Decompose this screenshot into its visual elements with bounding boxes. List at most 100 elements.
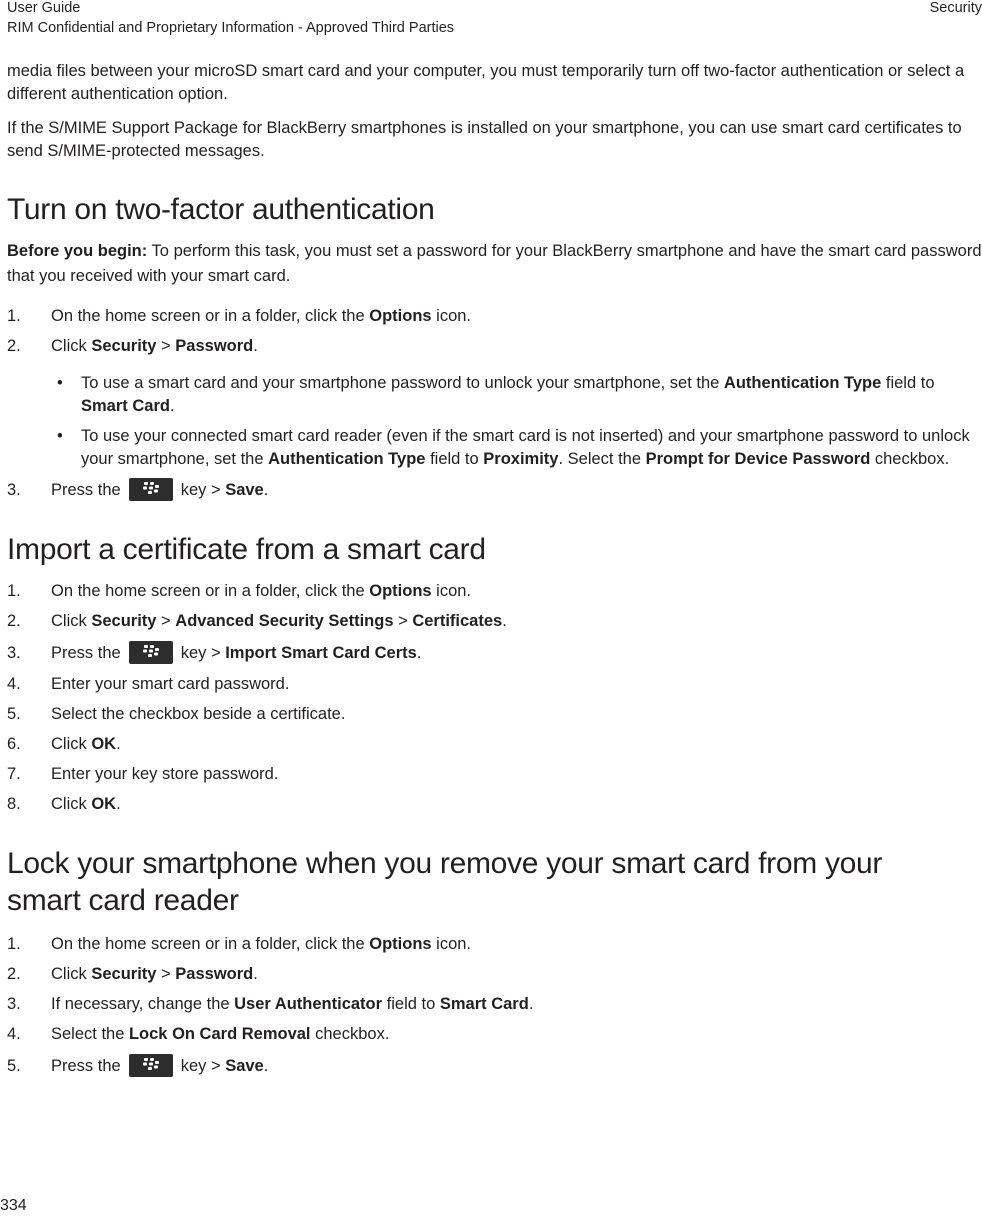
section-title-import-certificate: Import a certificate from a smart card [7,533,486,566]
section-title-two-factor: Turn on two-factor authentication [7,193,435,226]
step-text: On the home screen or in a folder, click… [51,935,370,953]
step-text: . [116,795,121,813]
step-text: Enter your key store password. [51,765,279,783]
bullet-text: checkbox. [870,450,950,468]
menu-path-item: Certificates [412,612,503,630]
field-value: Smart Card [439,995,529,1013]
step: 8. Click OK. [7,793,982,816]
step: 2. Click Security > Advanced Security Set… [7,610,982,633]
step-text: Click [51,735,92,753]
step-text: > [156,337,176,355]
blackberry-menu-key-icon [128,1053,173,1077]
step-number: 1. [7,935,21,953]
bullet-text: . [169,397,175,415]
step: 5. Press the key > Save. [7,1053,982,1078]
page-number: 334 [0,1197,27,1214]
step-text: Select the checkbox beside a certificate… [51,705,346,723]
step-text: . [116,735,121,753]
step-number: 2. [7,612,21,630]
bullet-text: . Select the [558,450,646,468]
step-text: On the home screen or in a folder, click… [51,307,370,325]
step-number: 3. [7,481,21,499]
options-label: Options [369,935,432,953]
section-name: Security [929,0,982,16]
page-header: User Guide RIM Confidential and Propriet… [7,0,982,38]
step-text: . [416,644,422,662]
bullet-text: field to [881,374,935,392]
step-number: 5. [7,1057,21,1075]
step-number: 2. [7,965,21,983]
blackberry-menu-key-icon [128,640,173,664]
step-number: 1. [7,307,21,325]
intro-paragraph-1: media files between your microSD smart c… [7,62,965,103]
bullet-item: • To use a smart card and your smartphone… [7,372,982,418]
step-text: key > [180,481,226,499]
step: 6. Click OK. [7,733,982,756]
step-number: 7. [7,765,21,783]
checkbox-name: Prompt for Device Password [645,450,871,468]
step: 4. Enter your smart card password. [7,673,982,696]
bullet-dot: • [57,374,63,392]
step: 3. If necessary, change the User Authenti… [7,993,982,1016]
bullet-item: • To use your connected smart card reader… [7,425,982,471]
before-label: Before you begin: [7,242,148,260]
step-text: > [156,612,176,630]
field-name: User Authenticator [234,995,383,1013]
page-content: media files between your microSD smart c… [7,60,982,1078]
menu-path-item: Password [175,965,254,983]
field-value: Smart Card [81,397,170,415]
step-text: key > [180,644,226,662]
step-text: Click [51,965,92,983]
bullet-dot: • [57,427,63,445]
before-you-begin: Before you begin: To perform this task, … [7,239,982,289]
step-text: Select the [51,1025,129,1043]
ok-label: OK [91,735,117,753]
step-number: 4. [7,675,21,693]
menu-item-name: Save [225,481,264,499]
menu-path-item: Security [91,965,157,983]
options-label: Options [369,582,432,600]
step-number: 4. [7,1025,21,1043]
menu-path-item: Security [91,612,157,630]
step-number: 2. [7,337,21,355]
menu-path-item: Password [175,337,254,355]
step-text: . [253,965,258,983]
intro-paragraph-2: If the S/MIME Support Package for BlackB… [7,119,962,160]
field-value: Proximity [483,450,559,468]
step-text: Press the [51,644,121,662]
step: 2. Click Security > Password. [7,335,982,358]
step-text: If necessary, change the [51,995,235,1013]
step-text: icon. [431,307,472,325]
before-text: To perform this task, you must set a pas… [7,242,982,285]
step-text: field to [382,995,440,1013]
step-text: icon. [431,935,472,953]
blackberry-menu-key-icon [128,477,173,501]
step-text: Click [51,795,92,813]
step-text: . [502,612,507,630]
step-text: . [253,337,258,355]
step-text: On the home screen or in a folder, click… [51,582,370,600]
menu-path-item: Security [91,337,157,355]
section-title-lock-on-removal: Lock your smartphone when you remove you… [7,847,883,917]
step: 1. On the home screen or in a folder, cli… [7,305,982,328]
step-text: . [263,481,269,499]
step-number: 3. [7,644,21,662]
step-number: 6. [7,735,21,753]
step: 3. Press the key > Save. [7,477,982,502]
menu-item-name: Import Smart Card Certs [225,644,417,662]
step-text: Press the [51,481,121,499]
step-text: Press the [51,1057,121,1075]
bullet-text: To use a smart card and your smartphone … [81,374,724,392]
field-name: Authentication Type [723,374,882,392]
step: 4. Select the Lock On Card Removal checkb… [7,1023,982,1046]
ok-label: OK [91,795,117,813]
menu-path-item: Advanced Security Settings [175,612,394,630]
step-text: checkbox. [310,1025,390,1043]
checkbox-name: Lock On Card Removal [128,1025,311,1043]
field-name: Authentication Type [268,450,426,468]
step: 3. Press the key > Import Smart Card Certs… [7,640,982,665]
step-text: key > [180,1057,226,1075]
step-number: 5. [7,705,21,723]
step-text: Click [51,612,92,630]
step-text: Click [51,337,92,355]
